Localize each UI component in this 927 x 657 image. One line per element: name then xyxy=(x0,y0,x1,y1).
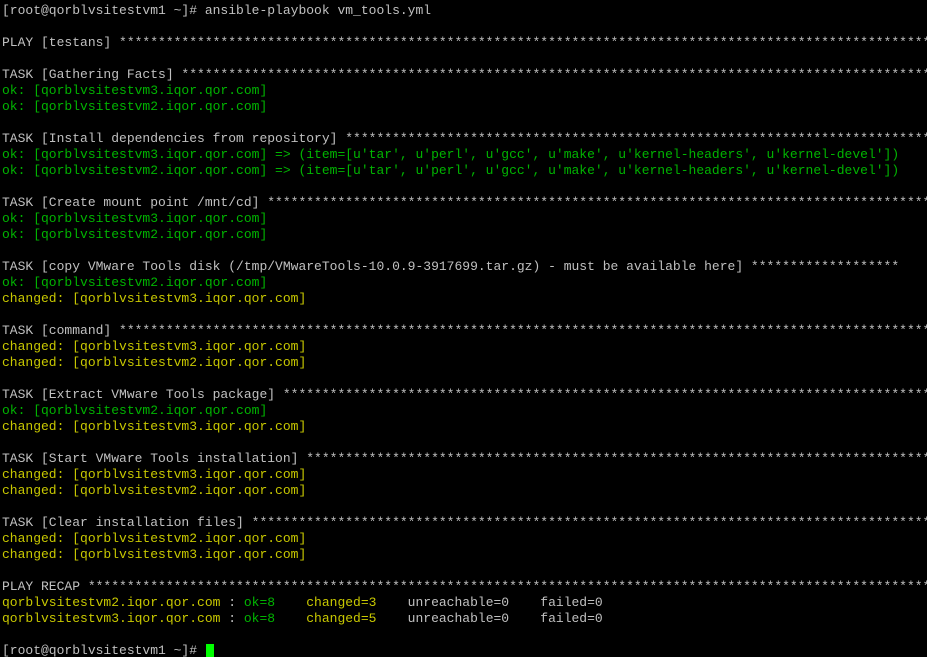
terminal-text: ok: [qorblvsitestvm2.iqor.qor.com] xyxy=(2,227,268,242)
terminal-line: ok: [qorblvsitestvm2.iqor.qor.com] xyxy=(2,275,267,291)
terminal-prompt-line[interactable]: [root@qorblvsitestvm1 ~]# xyxy=(2,643,214,657)
terminal-line: changed: [qorblvsitestvm3.iqor.qor.com] xyxy=(2,419,306,435)
terminal-line: PLAY [testans] *************************… xyxy=(2,35,927,51)
terminal-text: changed=5 xyxy=(298,611,400,626)
terminal-text: TASK [command] *************************… xyxy=(2,323,927,338)
terminal-text: TASK [Extract VMware Tools package] ****… xyxy=(2,387,927,402)
terminal-line: changed: [qorblvsitestvm2.iqor.qor.com] xyxy=(2,531,306,547)
terminal-text: ok: [qorblvsitestvm2.iqor.qor.com] xyxy=(2,275,268,290)
terminal-line: [root@qorblvsitestvm1 ~]# ansible-playbo… xyxy=(2,3,431,19)
terminal-text: changed: [qorblvsitestvm3.iqor.qor.com] xyxy=(2,467,307,482)
terminal-line: TASK [Extract VMware Tools package] ****… xyxy=(2,387,927,403)
terminal-line: ok: [qorblvsitestvm2.iqor.qor.com] xyxy=(2,99,267,115)
terminal-line: TASK [Create mount point /mnt/cd] ******… xyxy=(2,195,927,211)
terminal-text: TASK [Gathering Facts] *****************… xyxy=(2,67,927,82)
terminal-line: changed: [qorblvsitestvm3.iqor.qor.com] xyxy=(2,291,306,307)
terminal-line: PLAY RECAP *****************************… xyxy=(2,579,927,595)
terminal-line: ok: [qorblvsitestvm2.iqor.qor.com] => (i… xyxy=(2,163,899,179)
terminal-text: TASK [copy VMware Tools disk (/tmp/VMwar… xyxy=(2,259,900,274)
terminal-text: changed: [qorblvsitestvm3.iqor.qor.com] xyxy=(2,419,307,434)
terminal-text: ok: [qorblvsitestvm2.iqor.qor.com] xyxy=(2,99,268,114)
terminal-text: ok: [qorblvsitestvm3.iqor.qor.com] xyxy=(2,211,268,226)
terminal-line: TASK [Gathering Facts] *****************… xyxy=(2,67,927,83)
terminal-line: changed: [qorblvsitestvm2.iqor.qor.com] xyxy=(2,483,306,499)
terminal-line: TASK [Start VMware Tools installation] *… xyxy=(2,451,927,467)
terminal-text: ok: [qorblvsitestvm3.iqor.qor.com] => (i… xyxy=(2,147,900,162)
terminal-line: ok: [qorblvsitestvm3.iqor.qor.com] xyxy=(2,211,267,227)
terminal-line: TASK [Clear installation files] ********… xyxy=(2,515,927,531)
terminal-text: qorblvsitestvm2.iqor.qor.com xyxy=(2,595,221,610)
terminal-line: ok: [qorblvsitestvm3.iqor.qor.com] => (i… xyxy=(2,147,899,163)
terminal-text: : xyxy=(220,611,244,626)
terminal-text: PLAY [testans] *************************… xyxy=(2,35,927,50)
terminal-cursor xyxy=(205,643,214,657)
terminal-line: TASK [Install dependencies from reposito… xyxy=(2,131,927,147)
terminal-text: unreachable=0 failed=0 xyxy=(399,611,603,626)
terminal-text: TASK [Start VMware Tools installation] *… xyxy=(2,451,927,466)
terminal-text: changed: [qorblvsitestvm2.iqor.qor.com] xyxy=(2,531,307,546)
terminal-text: [root@qorblvsitestvm1 ~]# xyxy=(2,643,205,657)
terminal-line: changed: [qorblvsitestvm3.iqor.qor.com] xyxy=(2,467,306,483)
terminal-text: TASK [Create mount point /mnt/cd] ******… xyxy=(2,195,927,210)
terminal-text: changed: [qorblvsitestvm2.iqor.qor.com] xyxy=(2,483,307,498)
terminal-text: ok: [qorblvsitestvm3.iqor.qor.com] xyxy=(2,83,268,98)
terminal-text: changed: [qorblvsitestvm3.iqor.qor.com] xyxy=(2,339,307,354)
terminal-line: ok: [qorblvsitestvm3.iqor.qor.com] xyxy=(2,83,267,99)
terminal-text: unreachable=0 failed=0 xyxy=(399,595,603,610)
terminal-text: TASK [Install dependencies from reposito… xyxy=(2,131,927,146)
terminal-text: changed: [qorblvsitestvm3.iqor.qor.com] xyxy=(2,291,307,306)
terminal-text: changed: [qorblvsitestvm2.iqor.qor.com] xyxy=(2,355,307,370)
terminal-line: ok: [qorblvsitestvm2.iqor.qor.com] xyxy=(2,227,267,243)
terminal-text: [root@qorblvsitestvm1 ~]# ansible-playbo… xyxy=(2,3,432,18)
terminal-window[interactable]: [root@qorblvsitestvm1 ~]# ansible-playbo… xyxy=(0,0,927,657)
terminal-text: ok=8 xyxy=(243,595,299,610)
terminal-line: changed: [qorblvsitestvm2.iqor.qor.com] xyxy=(2,355,306,371)
terminal-text: changed=3 xyxy=(298,595,400,610)
terminal-line: changed: [qorblvsitestvm3.iqor.qor.com] xyxy=(2,339,306,355)
terminal-line: TASK [copy VMware Tools disk (/tmp/VMwar… xyxy=(2,259,899,275)
terminal-line: ok: [qorblvsitestvm2.iqor.qor.com] xyxy=(2,403,267,419)
terminal-text: changed: [qorblvsitestvm3.iqor.qor.com] xyxy=(2,547,307,562)
terminal-text: PLAY RECAP *****************************… xyxy=(2,579,927,594)
terminal-line: changed: [qorblvsitestvm3.iqor.qor.com] xyxy=(2,547,306,563)
terminal-line: qorblvsitestvm2.iqor.qor.com : ok=8 chan… xyxy=(2,595,603,611)
terminal-line: TASK [command] *************************… xyxy=(2,323,927,339)
terminal-text: TASK [Clear installation files] ********… xyxy=(2,515,927,530)
terminal-text: ok: [qorblvsitestvm2.iqor.qor.com] xyxy=(2,403,268,418)
terminal-text: ok=8 xyxy=(243,611,299,626)
terminal-line: qorblvsitestvm3.iqor.qor.com : ok=8 chan… xyxy=(2,611,603,627)
terminal-text: : xyxy=(220,595,244,610)
terminal-text: ok: [qorblvsitestvm2.iqor.qor.com] => (i… xyxy=(2,163,900,178)
terminal-text: qorblvsitestvm3.iqor.qor.com xyxy=(2,611,221,626)
